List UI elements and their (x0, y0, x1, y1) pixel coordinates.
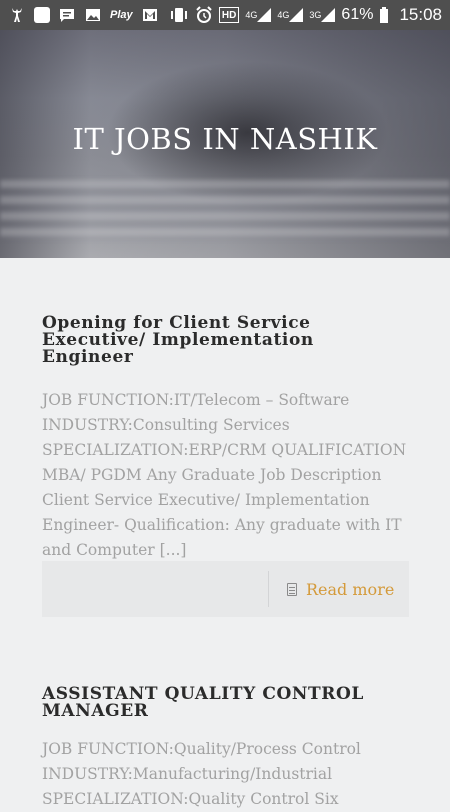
status-clock: 15:08 (399, 5, 442, 24)
status-bar: Play HD 4G 4G 3G 61% 15:08 (0, 0, 450, 30)
post-title[interactable]: ASSISTANT QUALITY CONTROL MANAGER (42, 686, 410, 720)
signal-icon: 4G (245, 5, 272, 25)
post-excerpt: JOB FUNCTION:Quality/Process Control IND… (42, 740, 361, 808)
battery-percentage: 61% (341, 6, 374, 23)
play-icon: Play (110, 9, 133, 21)
post-item: Opening for Client Service Executive/ Im… (42, 315, 410, 563)
battery-icon (379, 5, 389, 25)
signal-icon: 4G (277, 5, 304, 25)
vibrate-icon (169, 5, 189, 25)
gmail-icon (141, 5, 159, 25)
message-icon (58, 5, 76, 25)
read-more-link[interactable]: Read more (287, 561, 394, 617)
post-excerpt: JOB FUNCTION:IT/Telecom – Software INDUS… (42, 391, 407, 559)
square-app-icon (34, 5, 50, 25)
post-footer-bar: Read more (42, 561, 409, 617)
signal-icon: 3G (309, 5, 336, 25)
read-more-label: Read more (306, 579, 395, 599)
hero-banner: IT JOBS IN NASHIK (0, 30, 450, 258)
status-bar-notifications: Play (8, 5, 159, 25)
document-icon (287, 582, 297, 596)
deer-icon (8, 5, 26, 25)
post-item: ASSISTANT QUALITY CONTROL MANAGER JOB FU… (42, 686, 410, 812)
alarm-icon (195, 5, 213, 25)
status-bar-system: HD 4G 4G 3G 61% 15:08 (169, 5, 442, 25)
divider (268, 571, 269, 607)
page-title: IT JOBS IN NASHIK (72, 122, 378, 156)
image-icon (84, 5, 102, 25)
hd-icon: HD (218, 7, 240, 23)
post-title[interactable]: Opening for Client Service Executive/ Im… (42, 315, 410, 366)
